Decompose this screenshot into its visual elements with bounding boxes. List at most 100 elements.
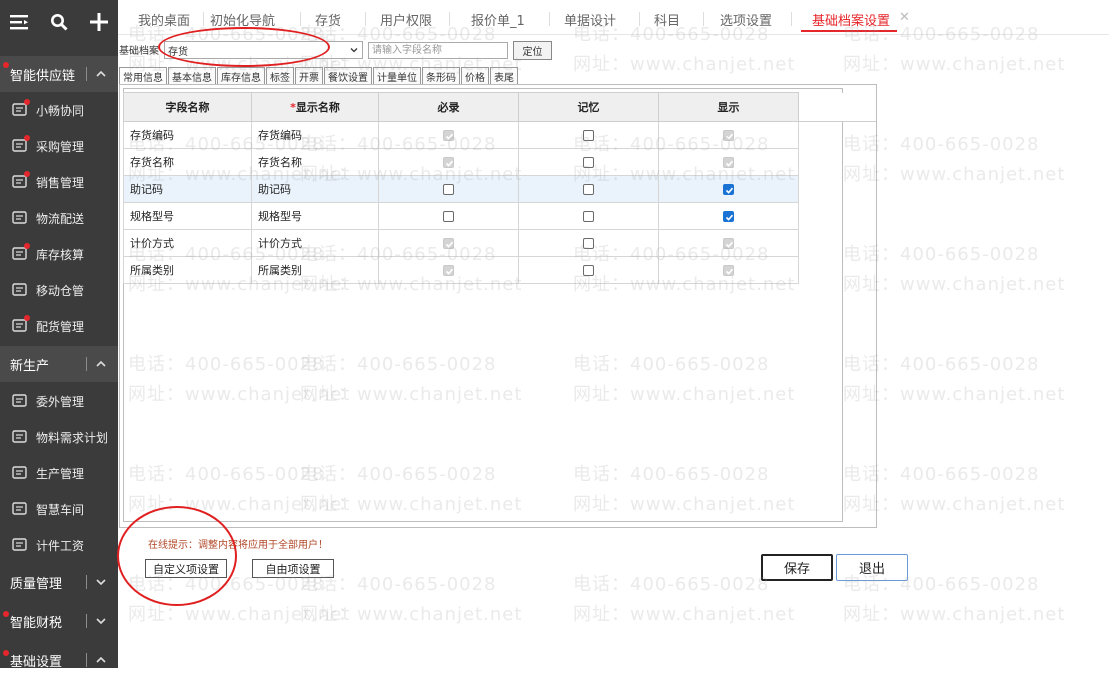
table-row[interactable]: 存货名称 存货名称 [123, 148, 877, 176]
sidebar-item[interactable]: 配货管理 [0, 308, 118, 344]
tab-separator [300, 12, 301, 26]
tab-options[interactable]: 选项设置 [720, 10, 772, 29]
table-row[interactable]: 存货编码 存货编码 [123, 121, 877, 149]
locate-button[interactable]: 定位 [513, 41, 552, 60]
sidebar-item[interactable]: 库存核算 [0, 236, 118, 272]
memory-checkbox[interactable] [583, 265, 594, 276]
search-icon[interactable] [48, 11, 70, 33]
custom-item-settings-button[interactable]: 自定义项设置 [145, 559, 227, 578]
table-row[interactable]: 计价方式 计价方式 [123, 229, 877, 257]
sidebar-item-label: 库存核算 [36, 247, 85, 262]
tab-user-permission[interactable]: 用户权限 [380, 10, 432, 29]
display-name-cell[interactable]: 存货名称 [251, 148, 379, 176]
notification-dot [3, 62, 9, 68]
sidebar-item-label: 物流配送 [36, 211, 85, 226]
memory-cell [518, 229, 659, 257]
close-icon[interactable]: ✕ [899, 10, 910, 25]
tab-subject[interactable]: 科目 [654, 10, 680, 29]
header-show: 显示 [658, 92, 799, 122]
notification-dot [24, 315, 30, 321]
sidebar-item[interactable]: 销售管理 [0, 164, 118, 200]
header-field-name: 字段名称 [123, 92, 252, 122]
table-row[interactable]: 规格型号 规格型号 [123, 202, 877, 230]
tab-inventory[interactable]: 存货 [315, 10, 341, 29]
sidebar-section-new-production[interactable]: 新生产 [0, 346, 118, 382]
outsource-icon [11, 392, 29, 410]
sub-tab[interactable]: 常用信息 [119, 67, 167, 84]
header-required: 必录 [378, 92, 519, 122]
memory-checkbox[interactable] [583, 211, 594, 222]
tab-quotation[interactable]: 报价单_1 [471, 10, 525, 29]
display-name-cell[interactable]: 规格型号 [251, 202, 379, 230]
display-name-cell[interactable]: 所属类别 [251, 256, 379, 284]
sub-tab[interactable]: 计量单位 [373, 67, 421, 84]
section-label: 质量管理 [10, 576, 63, 592]
sidebar-section-basic-settings[interactable]: 基础设置 [0, 642, 118, 678]
sidebar-item[interactable]: 委外管理 [0, 383, 118, 419]
memory-checkbox[interactable] [583, 130, 594, 141]
menu-icon[interactable] [8, 11, 30, 33]
sidebar-item[interactable]: 计件工资 [0, 527, 118, 563]
save-button[interactable]: 保存 [761, 554, 833, 581]
tab-separator [703, 12, 704, 26]
memory-cell [518, 256, 659, 284]
sidebar-item[interactable]: 物流配送 [0, 200, 118, 236]
memory-cell [518, 175, 659, 203]
sidebar-item[interactable]: 采购管理 [0, 128, 118, 164]
sidebar-item[interactable]: 小畅协同 [0, 92, 118, 128]
sidebar-section-supply-chain[interactable]: 智能供应链 [0, 56, 118, 92]
display-name-cell[interactable]: 计价方式 [251, 229, 379, 257]
sidebar: 智能供应链 小畅协同采购管理销售管理物流配送库存核算移动仓管配货管理 新生产 委… [0, 0, 118, 670]
memory-checkbox[interactable] [583, 184, 594, 195]
sub-tab[interactable]: 表尾 [490, 67, 518, 84]
sidebar-item-label: 销售管理 [36, 175, 85, 190]
tab-desktop[interactable]: 我的桌面 [138, 10, 190, 29]
cart-icon [11, 135, 30, 155]
display-name-cell[interactable]: 存货编码 [251, 121, 379, 149]
display-name-cell[interactable]: 助记码 [251, 175, 379, 203]
archive-type-select[interactable]: 存货 [164, 41, 363, 59]
exit-button[interactable]: 退出 [836, 554, 908, 581]
sub-tab[interactable]: 条形码 [422, 67, 460, 84]
sub-tab[interactable]: 基本信息 [168, 67, 216, 84]
header-display-name: *显示名称 [251, 92, 379, 122]
required-checkbox[interactable] [443, 211, 454, 222]
show-checkbox[interactable] [723, 184, 734, 195]
section-label: 基础设置 [10, 654, 63, 670]
sidebar-item[interactable]: 智慧车间 [0, 491, 118, 527]
sub-tab[interactable]: 库存信息 [217, 67, 265, 84]
sidebar-section-finance[interactable]: 智能财税 [0, 603, 118, 639]
add-icon[interactable] [88, 11, 110, 33]
field-settings-table: 字段名称 *显示名称 必录 记忆 显示 存货编码 存货编码 存货名称 存货名称 助记码助… [123, 92, 876, 284]
sub-tab[interactable]: 餐饮设置 [324, 67, 372, 84]
sub-tab[interactable]: 开票 [295, 67, 323, 84]
show-cell [658, 202, 799, 230]
watermark-site: 网址：www.chanjet.net [300, 604, 523, 625]
tab-init-nav[interactable]: 初始化导航 [210, 10, 275, 29]
show-checkbox[interactable] [723, 211, 734, 222]
show-cell [658, 121, 799, 149]
watermark-phone: 电话：400-665-0028 [573, 574, 770, 595]
sidebar-section-quality[interactable]: 质量管理 [0, 564, 118, 600]
sidebar-item[interactable]: 移动仓管 [0, 272, 118, 308]
sidebar-item-label: 小畅协同 [36, 103, 85, 118]
tab-separator [791, 12, 792, 26]
sidebar-item-label: 移动仓管 [36, 283, 85, 298]
chevron-down-icon [350, 48, 358, 53]
sidebar-item[interactable]: 生产管理 [0, 455, 118, 491]
sidebar-item[interactable]: 物料需求计划 [0, 419, 118, 455]
section-label: 智能财税 [10, 615, 63, 631]
notification-dot [3, 650, 9, 656]
memory-checkbox[interactable] [583, 157, 594, 168]
required-checkbox[interactable] [443, 184, 454, 195]
tab-basic-archive-settings[interactable]: 基础档案设置 [812, 10, 890, 29]
notification-dot [24, 243, 30, 249]
tab-voucher-design[interactable]: 单据设计 [564, 10, 616, 29]
memory-checkbox[interactable] [583, 238, 594, 249]
field-search-input[interactable] [368, 42, 508, 59]
table-row[interactable]: 助记码 助记码 [123, 175, 877, 203]
table-row[interactable]: 所属类别 所属类别 [123, 256, 877, 284]
sub-tab[interactable]: 标签 [266, 67, 294, 84]
sub-tab[interactable]: 价格 [461, 67, 489, 84]
free-item-settings-button[interactable]: 自由项设置 [252, 559, 334, 578]
